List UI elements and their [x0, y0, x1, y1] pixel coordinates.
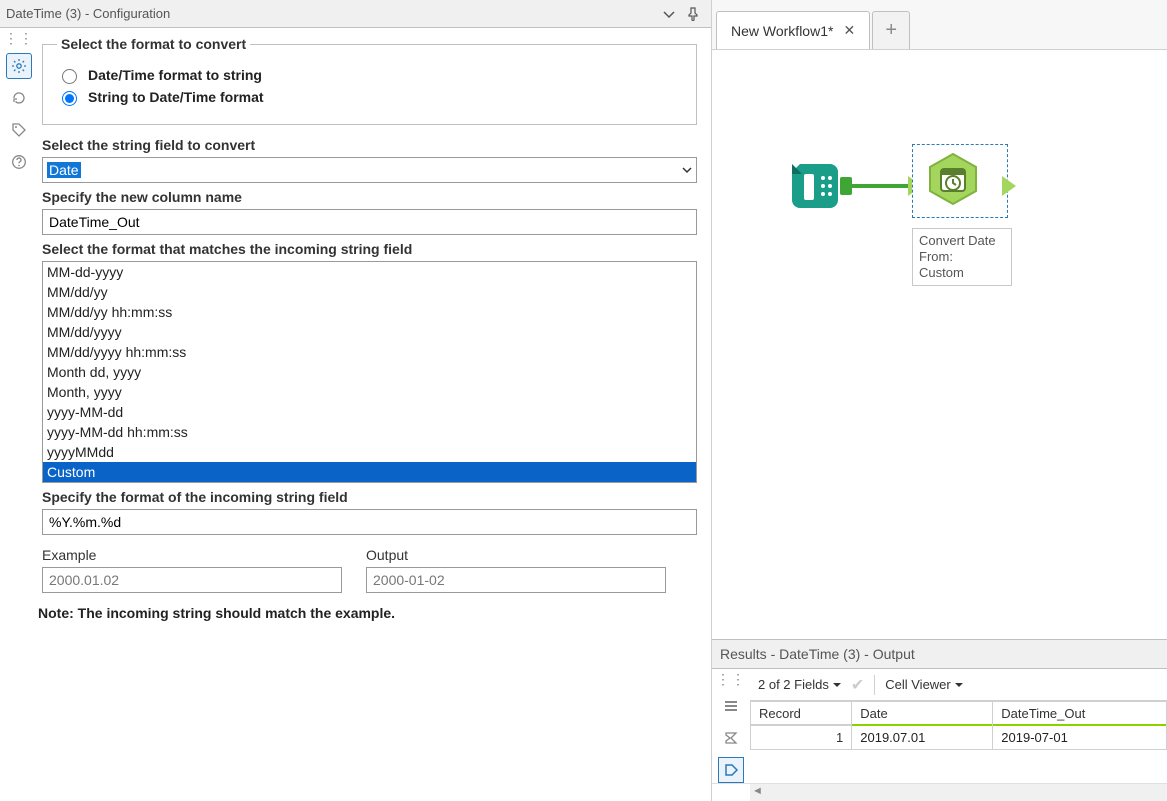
datetime-tool-node[interactable] [912, 144, 1008, 218]
pin-button[interactable] [681, 2, 705, 26]
apply-check-icon[interactable]: ✔ [851, 675, 864, 695]
cell[interactable]: 2019-07-01 [993, 726, 1167, 750]
cell-viewer-dropdown[interactable]: Cell Viewer [885, 677, 963, 692]
string-field-value: Date [47, 162, 81, 178]
radio-string-to-datetime-label[interactable]: String to Date/Time format [88, 89, 264, 105]
tag-icon[interactable] [7, 118, 31, 142]
workflow-tab-label: New Workflow1* [731, 23, 833, 39]
custom-format-input[interactable] [42, 509, 697, 535]
output-anchor-icon[interactable] [1002, 176, 1016, 196]
chevron-down-icon [955, 681, 963, 689]
cell[interactable]: 2019.07.01 [852, 726, 993, 750]
config-panel-header: DateTime (3) - Configuration [0, 0, 711, 28]
string-field-label: Select the string field to convert [42, 137, 697, 153]
input-tool-node[interactable] [790, 158, 846, 214]
gear-icon[interactable] [7, 54, 31, 78]
workflow-canvas[interactable]: Convert Date From: Custom [712, 50, 1167, 639]
cell[interactable]: 1 [751, 726, 852, 750]
results-hscrollbar[interactable]: ◄ [712, 783, 1167, 801]
results-side-rail: ⋮⋮ [712, 669, 750, 783]
format-list-label: Select the format that matches the incom… [42, 241, 697, 257]
config-form: Select the format to convert Date/Time f… [38, 28, 711, 801]
config-side-rail: ⋮⋮ [0, 28, 38, 801]
example-label: Example [42, 547, 342, 563]
results-view-table-icon[interactable] [718, 693, 744, 719]
format-list-item[interactable]: Month dd, yyyy [43, 362, 696, 382]
format-list-item[interactable]: MM/dd/yyyy hh:mm:ss [43, 342, 696, 362]
format-list-item[interactable]: Month, yyyy [43, 382, 696, 402]
format-list-item[interactable]: yyyy-MM-dd hh:mm:ss [43, 422, 696, 442]
custom-format-label: Specify the format of the incoming strin… [42, 489, 697, 505]
results-view-sum-icon[interactable] [718, 725, 744, 751]
format-list-item[interactable]: yyyy-MM-dd [43, 402, 696, 422]
results-panel-title: Results - DateTime (3) - Output [712, 639, 1167, 669]
fields-summary: 2 of 2 Fields [758, 677, 829, 692]
workflow-tabs: New Workflow1* ✕ + [712, 0, 1167, 50]
format-list-item[interactable]: Custom [43, 462, 696, 482]
radio-datetime-to-string-label[interactable]: Date/Time format to string [88, 67, 262, 83]
format-list-item[interactable]: MM/dd/yyyy [43, 322, 696, 342]
scroll-left-icon[interactable]: ◄ [752, 785, 763, 797]
radio-string-to-datetime[interactable] [62, 91, 77, 106]
column-header[interactable]: Record [751, 702, 852, 726]
datetime-node-label[interactable]: Convert Date From: Custom [912, 228, 1012, 286]
format-to-convert-group: Select the format to convert Date/Time f… [42, 36, 697, 125]
help-icon[interactable] [7, 150, 31, 174]
output-label: Output [366, 547, 666, 563]
results-toolbar: 2 of 2 Fields ✔ Cell Viewer [750, 669, 1167, 701]
workflow-tab[interactable]: New Workflow1* ✕ [716, 11, 870, 49]
cell-viewer-label: Cell Viewer [885, 677, 951, 692]
new-tab-button[interactable]: + [872, 11, 910, 49]
format-group-legend: Select the format to convert [57, 36, 250, 52]
datetime-tool-icon [925, 151, 981, 207]
config-panel-title: DateTime (3) - Configuration [6, 6, 170, 21]
rail-grip-icon: ⋮⋮ [2, 34, 36, 46]
fields-dropdown[interactable]: 2 of 2 Fields [758, 677, 841, 692]
format-list-item[interactable]: MM/dd/yy hh:mm:ss [43, 302, 696, 322]
column-header[interactable]: Date [852, 702, 993, 726]
rail-grip-icon: ⋮⋮ [714, 675, 748, 687]
format-list-item[interactable]: MM/dd/yy [43, 282, 696, 302]
radio-datetime-to-string[interactable] [62, 69, 77, 84]
format-list-item[interactable]: MM-dd-yyyy [43, 262, 696, 282]
results-view-output-icon[interactable] [718, 757, 744, 783]
example-value [42, 567, 342, 593]
string-field-select[interactable]: Date [42, 157, 697, 183]
format-note: Note: The incoming string should match t… [38, 605, 395, 621]
format-listbox[interactable]: MM-dd-yyyyMM/dd/yyMM/dd/yy hh:mm:ssMM/dd… [42, 261, 697, 483]
refresh-icon[interactable] [7, 86, 31, 110]
new-column-input[interactable] [42, 209, 697, 235]
results-grid[interactable]: RecordDateDateTime_Out 12019.07.012019-07… [750, 701, 1167, 750]
plus-icon: + [885, 19, 897, 42]
format-list-item[interactable]: yyyyMMdd [43, 442, 696, 462]
close-icon[interactable]: ✕ [843, 22, 855, 39]
output-value [366, 567, 666, 593]
connection-wire[interactable] [844, 184, 916, 188]
chevron-down-icon [833, 681, 841, 689]
column-header[interactable]: DateTime_Out [993, 702, 1167, 726]
collapse-button[interactable] [657, 2, 681, 26]
new-column-label: Specify the new column name [42, 189, 697, 205]
